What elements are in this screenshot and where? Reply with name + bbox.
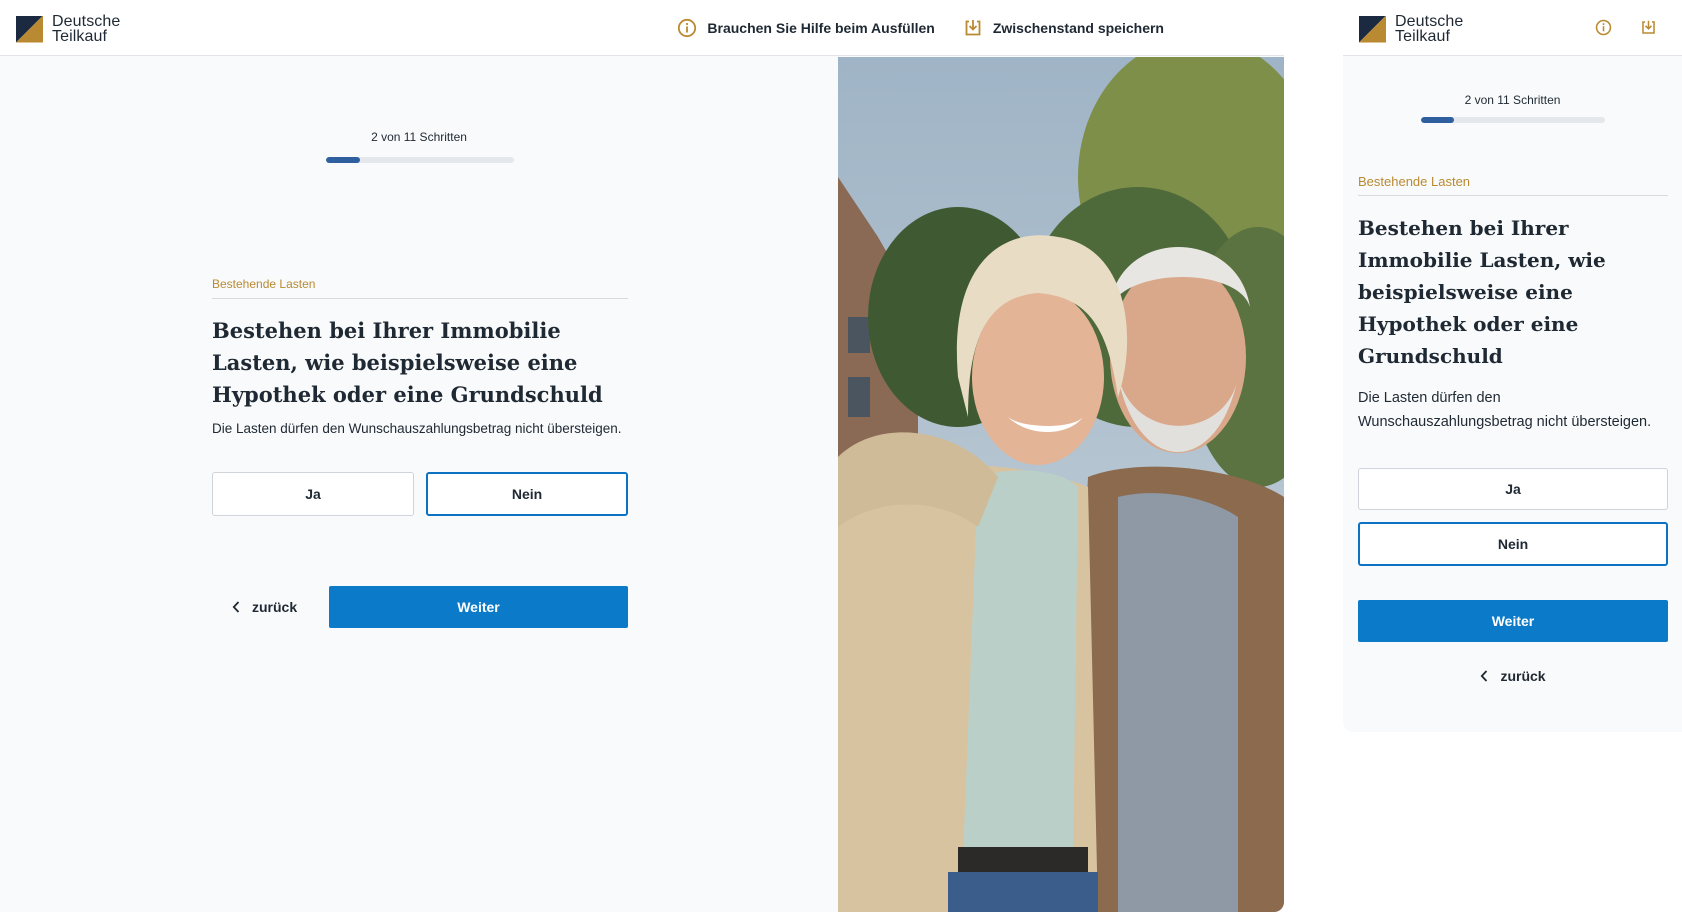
logo-line-2: Teilkauf <box>1395 28 1451 45</box>
chevron-left-icon <box>232 601 240 613</box>
desktop-view: Deutsche Teilkauf Brauchen Sie Hilfe bei… <box>0 0 1284 912</box>
back-label: zurück <box>1500 668 1546 684</box>
logo-line-1: Deutsche <box>52 13 121 30</box>
answer-options: Ja Nein <box>212 472 628 516</box>
question-subtitle: Die Lasten dürfen den Wunschauszahlungsb… <box>212 421 622 436</box>
download-tray-icon[interactable] <box>1640 19 1657 36</box>
logo-line-2: Teilkauf <box>52 28 108 45</box>
back-button[interactable]: zurück <box>212 599 329 615</box>
logo-text: Deutsche Teilkauf <box>1395 13 1464 45</box>
info-icon <box>678 18 697 38</box>
progress-bar <box>326 157 514 163</box>
brand-logo[interactable]: Deutsche Teilkauf <box>1359 13 1464 45</box>
hero-photo <box>838 57 1284 912</box>
desktop-header: Deutsche Teilkauf Brauchen Sie Hilfe bei… <box>0 0 1284 56</box>
form-navigation: zurück Weiter <box>212 586 628 628</box>
help-label: Brauchen Sie Hilfe beim Ausfüllen <box>707 20 935 36</box>
back-button[interactable]: zurück <box>1358 668 1668 684</box>
desktop-main: 2 von 11 Schritten Bestehende Lasten Bes… <box>0 57 838 912</box>
question-subtitle: Die Lasten dürfen den Wunschauszahlungsb… <box>1358 390 1652 430</box>
question-form: Bestehende Lasten Bestehen bei Ihrer Imm… <box>1358 174 1668 684</box>
mobile-header: Deutsche Teilkauf <box>1343 0 1682 56</box>
next-button[interactable]: Weiter <box>1358 600 1668 642</box>
logo-mark <box>1359 15 1386 43</box>
back-label: zurück <box>252 599 298 615</box>
next-button[interactable]: Weiter <box>329 586 628 628</box>
header-actions: Brauchen Sie Hilfe beim Ausfüllen Zwisch… <box>649 18 1164 38</box>
brand-logo[interactable]: Deutsche Teilkauf <box>16 13 121 45</box>
option-nein-button[interactable]: Nein <box>1358 522 1668 566</box>
option-ja-button[interactable]: Ja <box>212 472 414 516</box>
section-eyebrow: Bestehende Lasten <box>212 277 628 299</box>
progress-label: 2 von 11 Schritten <box>371 130 467 144</box>
question-title: Bestehen bei Ihrer Immobilie Lasten, wie… <box>212 318 603 407</box>
logo-mark <box>16 15 43 43</box>
option-ja-button[interactable]: Ja <box>1358 468 1668 510</box>
info-icon[interactable] <box>1595 19 1612 36</box>
download-tray-icon <box>965 20 981 36</box>
progress-bar <box>1421 117 1605 123</box>
question-title: Bestehen bei Ihrer Immobilie Lasten, wie… <box>1358 216 1606 368</box>
question-form: Bestehende Lasten Bestehen bei Ihrer Imm… <box>212 277 628 628</box>
option-nein-button[interactable]: Nein <box>426 472 628 516</box>
section-eyebrow: Bestehende Lasten <box>1358 174 1668 196</box>
progress-fill <box>1421 117 1455 123</box>
logo-text: Deutsche Teilkauf <box>52 13 121 45</box>
mobile-view: Deutsche Teilkauf 2 von 11 Schritten Bes… <box>1343 0 1682 732</box>
progress-fill <box>326 157 360 163</box>
help-link[interactable]: Brauchen Sie Hilfe beim Ausfüllen <box>677 18 935 38</box>
progress-label: 2 von 11 Schritten <box>1464 93 1561 107</box>
save-progress-link[interactable]: Zwischenstand speichern <box>963 18 1164 38</box>
save-label: Zwischenstand speichern <box>992 20 1164 36</box>
logo-line-1: Deutsche <box>1395 13 1464 30</box>
chevron-left-icon <box>1481 670 1488 682</box>
